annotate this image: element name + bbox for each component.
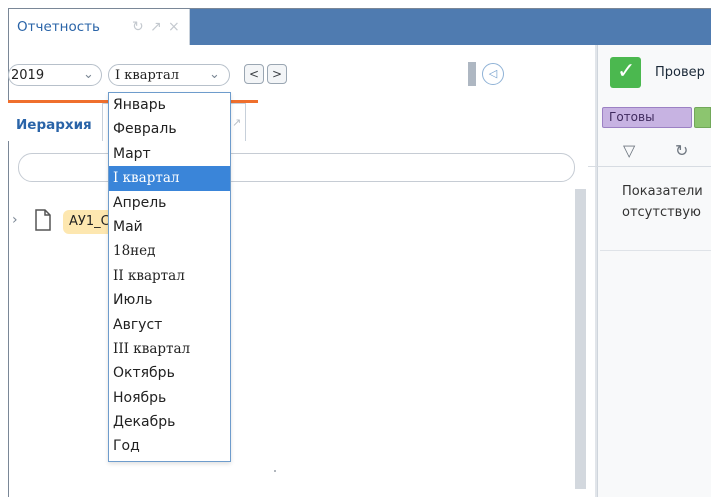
filter-icon[interactable]: ▽ (623, 141, 635, 160)
check-label: Провер (655, 65, 705, 80)
expand-icon[interactable]: ↗ (232, 116, 241, 129)
period-option[interactable]: Ноябрь (109, 386, 230, 410)
resize-handle[interactable] (468, 62, 476, 86)
document-icon (35, 209, 51, 231)
period-option[interactable]: Апрель (109, 191, 230, 215)
next-period-button[interactable]: > (267, 64, 287, 84)
period-option[interactable]: Октябрь (109, 361, 230, 385)
chevron-down-icon: ⌄ (209, 67, 220, 82)
year-value: 2019 (11, 68, 45, 83)
period-option[interactable]: Август (109, 313, 230, 337)
year-select[interactable]: 2019 ⌄ (8, 64, 102, 86)
chevron-down-icon: ⌄ (83, 67, 94, 82)
period-option[interactable]: III квартал (109, 337, 230, 361)
prev-period-button[interactable]: < (244, 64, 264, 84)
period-option[interactable]: II квартал (109, 264, 230, 288)
period-select[interactable]: I квартал ⌄ (108, 64, 230, 86)
tab-reporting[interactable]: Отчетность ↻ ↗ × (9, 9, 190, 45)
period-option[interactable]: Май (109, 215, 230, 239)
toolbar-divider (588, 166, 711, 167)
period-option[interactable]: Март (109, 142, 230, 166)
period-option[interactable]: Июль (109, 288, 230, 312)
expand-icon[interactable]: ↗ (150, 19, 162, 35)
period-dropdown[interactable]: Январь Февраль Март I квартал Апрель Май… (108, 92, 231, 462)
decorative-dot (274, 470, 276, 472)
ready-badge-label: Готовы (609, 110, 655, 124)
refresh-icon[interactable]: ↻ (675, 141, 688, 160)
message-line-1: Показатели (622, 184, 703, 199)
collapse-left-icon[interactable]: ◁ (482, 63, 504, 85)
ready-badge[interactable]: Готовы (602, 107, 692, 128)
tab-hierarchy[interactable]: Иерархия (16, 117, 92, 133)
period-option-selected[interactable]: I квартал (109, 166, 230, 191)
check-icon: ✓ (617, 59, 636, 84)
status-badge[interactable] (694, 107, 711, 128)
search-input[interactable] (18, 153, 575, 182)
tab-title: Отчетность (17, 19, 100, 35)
period-option[interactable]: Январь (109, 93, 230, 117)
period-option[interactable]: 18нед (109, 239, 230, 263)
period-value: I квартал (115, 68, 179, 83)
scrollbar[interactable] (575, 189, 586, 489)
close-icon[interactable]: × (168, 19, 180, 35)
chevron-right-icon[interactable]: › (12, 212, 18, 228)
message-divider (600, 250, 711, 251)
refresh-icon[interactable]: ↻ (132, 19, 144, 35)
check-button[interactable]: ✓ (610, 57, 641, 88)
period-option[interactable]: Декабрь (109, 410, 230, 434)
period-option[interactable]: Февраль (109, 117, 230, 141)
message-line-2: отсутствую (622, 205, 701, 220)
tree-node-label: АУ1_С (69, 214, 110, 229)
period-option[interactable]: Год (109, 434, 230, 458)
